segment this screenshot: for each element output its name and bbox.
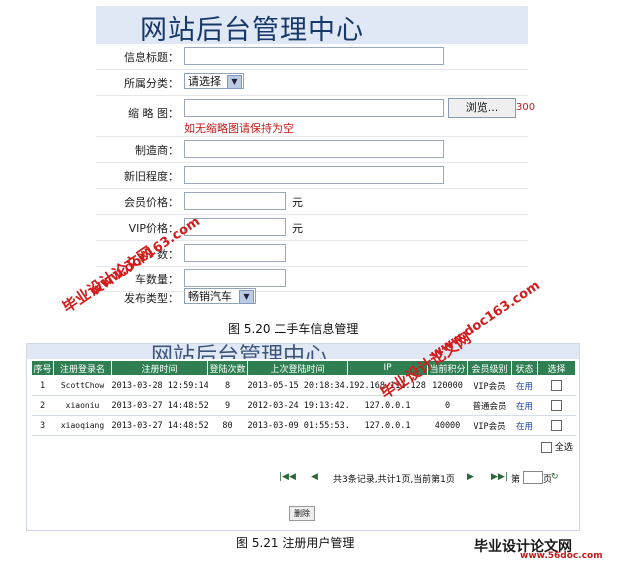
admin-header: 网站后台管理中心 <box>96 6 528 46</box>
table-cell: 120000 <box>427 375 468 396</box>
label-member-price: 会员价格： <box>124 196 179 209</box>
publish-type-select[interactable]: 畅销汽车 ▼ <box>184 288 256 304</box>
row-category: 所属分类： 请选择 ▼ <box>96 70 528 96</box>
go-page-icon[interactable]: ↻ <box>551 472 559 482</box>
row-condition: 新旧程度： <box>96 163 528 189</box>
page-number-input[interactable] <box>523 471 543 484</box>
table-cell: 40000 <box>427 415 468 436</box>
label-condition: 新旧程度： <box>124 170 179 183</box>
table-cell: xiaoqiang <box>53 415 112 436</box>
table-cell: 2 <box>31 395 54 416</box>
table-cell: 80 <box>207 415 248 436</box>
table-cell: 3 <box>31 415 54 436</box>
publish-type-value: 畅销汽车 <box>188 290 232 303</box>
column-header: 状态 <box>511 360 538 376</box>
first-page-icon[interactable]: |◀◀ <box>279 472 296 482</box>
table-cell: 2013-03-27 14:48:52.0 <box>111 395 208 416</box>
figure-caption-5-21: 图 5.21 注册用户管理 <box>236 536 355 550</box>
pager-summary: 共3条记录,共计1页,当前第1页 <box>333 475 455 485</box>
thumbnail-hint: 如无缩略图请保持为空 <box>184 122 294 135</box>
table-cell: 2012-03-24 19:13:42.0 <box>247 395 348 416</box>
condition-input[interactable] <box>184 166 444 184</box>
figure-caption-5-20: 图 5.20 二手车信息管理 <box>228 322 359 336</box>
table-cell: 0 <box>427 395 468 416</box>
member-price-unit: 元 <box>292 196 303 209</box>
status-link[interactable]: 在用 <box>511 395 538 416</box>
maker-input[interactable] <box>184 140 444 158</box>
row-publish-type: 发布类型： 畅销汽车 ▼ <box>96 285 528 310</box>
row-select-checkbox[interactable] <box>551 400 562 411</box>
row-member-price: 会员价格： 元 <box>96 189 528 215</box>
user-management-panel: 网站后台管理中心 序号 注册登录名 注册时间 登陆次数 上次登陆时间 IP 当前积分 会员级别… <box>26 343 580 531</box>
label-maker: 制造商： <box>135 144 179 157</box>
select-all-checkbox[interactable] <box>541 442 552 453</box>
chevron-down-icon: ▼ <box>227 75 242 89</box>
row-select-cell <box>537 375 576 396</box>
browse-button[interactable]: 浏览... <box>448 98 516 118</box>
row-select-checkbox[interactable] <box>551 380 562 391</box>
column-header: 注册登录名 <box>53 360 112 376</box>
row-select-checkbox[interactable] <box>551 420 562 431</box>
user-table: 序号 注册登录名 注册时间 登陆次数 上次登陆时间 IP 当前积分 会员级别 状态 选择 1 Sco… <box>31 360 576 436</box>
chevron-down-icon: ▼ <box>239 290 254 304</box>
category-select-value: 请选择 <box>188 75 221 88</box>
info-title-input[interactable] <box>184 47 444 65</box>
table-row: 2xiaoniu2013-03-27 14:48:52.092012-03-24… <box>31 395 576 416</box>
column-header: 会员级别 <box>467 360 512 376</box>
column-header: 注册时间 <box>111 360 208 376</box>
admin-title: 网站后台管理中心 <box>140 15 364 46</box>
table-cell: 2013-05-15 20:18:34.0 <box>247 375 348 396</box>
table-cell: VIP会员 <box>467 375 512 396</box>
next-page-icon[interactable]: ▶ <box>467 472 474 482</box>
status-link[interactable]: 在用 <box>511 375 538 396</box>
table-cell: 8 <box>207 375 248 396</box>
table-row: 3xiaoqiang2013-03-27 14:48:52.0802013-03… <box>31 415 576 436</box>
select-all[interactable]: 全选 <box>541 440 573 453</box>
field8-input[interactable] <box>184 244 286 262</box>
label-info-title: 信息标题： <box>124 51 179 64</box>
label-publish-type: 发布类型： <box>124 292 179 305</box>
row-thumbnail: 缩 略 图： 浏览... 300 如无缩略图请保持为空 <box>96 96 535 137</box>
label-thumbnail: 缩 略 图： <box>128 107 179 120</box>
table-cell: 127.0.0.1 <box>347 415 428 436</box>
prev-page-icon[interactable]: ◀ <box>311 472 318 482</box>
select-all-label: 全选 <box>554 443 573 453</box>
table-cell: 普通会员 <box>467 395 512 416</box>
table-cell: 2013-03-27 14:48:52.0 <box>111 415 208 436</box>
row-maker: 制造商： <box>96 137 528 163</box>
member-price-input[interactable] <box>184 192 286 210</box>
table-cell: 2013-03-09 01:55:53.0 <box>247 415 348 436</box>
delete-button[interactable]: 删除 <box>289 506 315 521</box>
table-cell: 9 <box>207 395 248 416</box>
category-select[interactable]: 请选择 ▼ <box>184 73 244 89</box>
column-header: 上次登陆时间 <box>247 360 348 376</box>
table-row: 1ScottChow2013-03-28 12:59:14.082013-05-… <box>31 375 576 396</box>
admin-header: 网站后台管理中心 <box>27 344 579 359</box>
column-header: 选择 <box>537 360 576 376</box>
row-select-cell <box>537 395 576 416</box>
table-cell: ScottChow <box>53 375 112 396</box>
page-prefix: 第 <box>511 475 521 485</box>
table-cell: 2013-03-28 12:59:14.0 <box>111 375 208 396</box>
table-cell: xiaoniu <box>53 395 112 416</box>
thumbnail-path-input[interactable] <box>184 99 444 117</box>
table-cell: 1 <box>31 375 54 396</box>
column-header: 序号 <box>31 360 54 376</box>
table-cell: VIP会员 <box>467 415 512 436</box>
table-header-row: 序号 注册登录名 注册时间 登陆次数 上次登陆时间 IP 当前积分 会员级别 状态 选择 <box>31 360 576 376</box>
admin-title: 网站后台管理中心 <box>151 344 328 359</box>
status-link[interactable]: 在用 <box>511 415 538 436</box>
column-header: 登陆次数 <box>207 360 248 376</box>
thumbnail-size-note: 300 <box>516 102 536 113</box>
last-page-icon[interactable]: ▶▶| <box>491 472 508 482</box>
vip-price-unit: 元 <box>292 222 303 235</box>
row-info-title: 信息标题： <box>96 44 528 70</box>
row-select-cell <box>537 415 576 436</box>
label-category: 所属分类： <box>124 77 179 90</box>
info-form-panel: 网站后台管理中心 信息标题： 所属分类： 请选择 ▼ 缩 略 图： 浏览... … <box>96 6 535 306</box>
